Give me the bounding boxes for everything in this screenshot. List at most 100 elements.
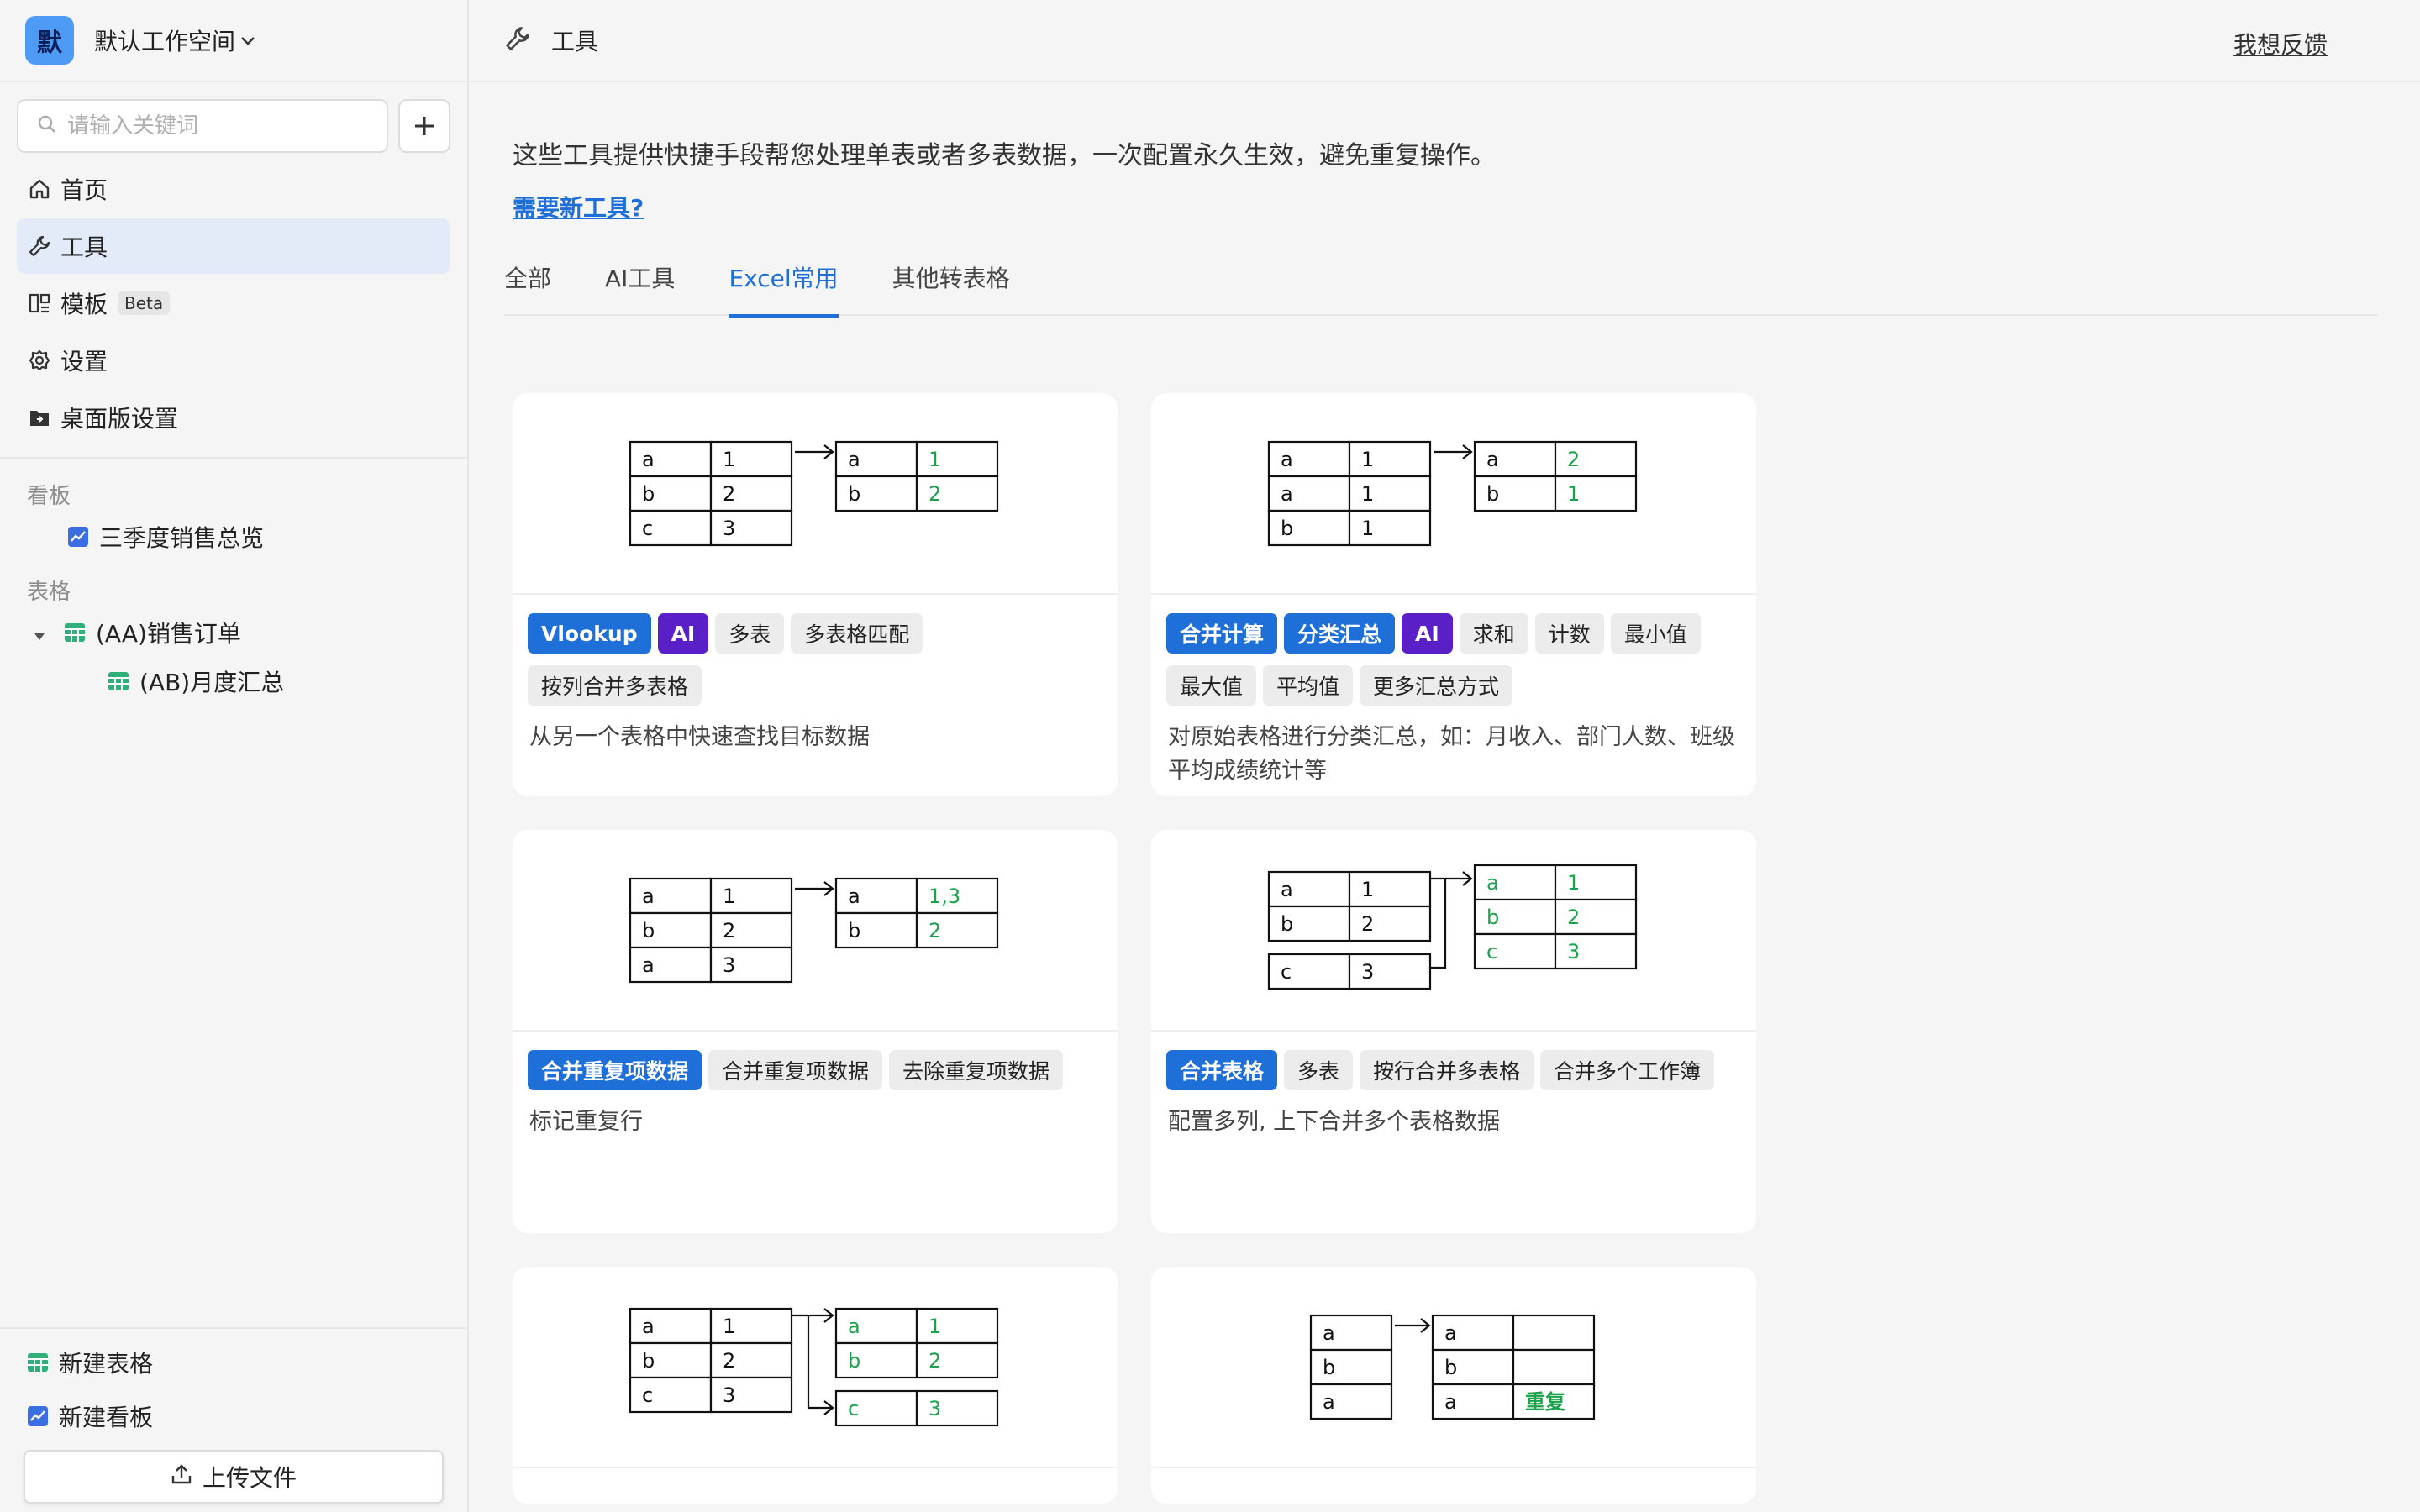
nav-item-label: 模板 [60, 291, 108, 318]
new-dashboard-label: 新建看板 [59, 1404, 154, 1431]
tab-excel-common[interactable]: Excel常用 [729, 244, 839, 318]
table-item-child[interactable]: (AB)月度汇总 [0, 657, 467, 706]
tool-tag[interactable]: 最小值 [1610, 613, 1701, 654]
illustration-cell-text: 1 [723, 885, 735, 908]
feedback-link[interactable]: 我想反馈 [2233, 27, 2328, 60]
illustration-cell-text: c [1486, 940, 1497, 963]
illustration-cell-text: b [848, 482, 860, 506]
template-icon [27, 291, 52, 316]
tool-tag[interactable]: 合并计算 [1166, 613, 1278, 654]
tool-tag[interactable]: 多表 [1284, 1050, 1354, 1090]
tool-card[interactable]: a b a a b a 重复 [1151, 1267, 1756, 1504]
add-button[interactable] [398, 99, 450, 153]
nav-item-tools[interactable]: 工具 [17, 218, 450, 274]
illustration-cell-text: a [1486, 871, 1499, 895]
nav-item-settings[interactable]: 设置 [17, 333, 450, 388]
table-icon [64, 622, 86, 643]
table-item[interactable]: (AA)销售订单 [0, 608, 467, 657]
need-new-tool-link[interactable]: 需要新工具? [513, 190, 644, 223]
main-content: 工具 我想反馈 这些工具提供快捷手段帮您处理单表或者多表数据，一次配置永久生效，… [471, 0, 2420, 1512]
illustration-cell-text: b [642, 482, 655, 506]
search-input[interactable] [67, 113, 370, 139]
tool-description: 标记重复行 [529, 1109, 643, 1135]
new-table-button[interactable]: 新建表格 [0, 1336, 467, 1389]
tool-tag[interactable]: AI [1402, 613, 1453, 654]
tool-tag[interactable]: 更多汇总方式 [1360, 665, 1513, 706]
tool-tag[interactable]: 计数 [1534, 613, 1604, 654]
tool-tag[interactable]: 最大值 [1166, 665, 1257, 706]
illustration-cell-text: 3 [1567, 940, 1580, 963]
illustration-cell-text: 2 [1567, 448, 1580, 471]
tab-bar: 全部 AI工具 Excel常用 其他转表格 [504, 244, 2378, 318]
dashboard-item[interactable]: 三季度销售总览 [0, 512, 467, 561]
search-box[interactable] [17, 99, 389, 153]
tool-card[interactable]: a 1 b 2 a 3 a 1,3 b 2 合并重复项数据 合并重复项数据 去除重复项数据 标记重复行 [513, 830, 1118, 1233]
tool-card[interactable]: a 1 b 2 c 3 a 1 b 2 c 3 [513, 1267, 1118, 1504]
tool-tag[interactable]: 多表 [715, 613, 785, 654]
upload-label: 上传文件 [202, 1464, 297, 1492]
illustration-cell-text: 1 [1361, 448, 1374, 471]
nav-item-label: 首页 [60, 176, 108, 204]
tool-tag[interactable]: 合并重复项数据 [708, 1050, 883, 1090]
new-dashboard-button[interactable]: 新建看板 [0, 1389, 467, 1443]
illustration-cell-text: 2 [723, 919, 735, 942]
tab-ai-tools[interactable]: AI工具 [605, 244, 675, 316]
tag-list: Vlookup AI 多表 多表格匹配按列合并多表格 [513, 595, 1118, 717]
section-label-dashboards: 看板 [27, 484, 71, 509]
illustration-cell-text: a [848, 448, 860, 471]
chevron-down-icon [240, 30, 255, 51]
illustration-cell-text: b [1486, 482, 1499, 506]
illustration-cell-text: 2 [929, 1349, 941, 1373]
tool-illustration: a b a a b a 重复 [1151, 1267, 1756, 1468]
workspace-switcher[interactable]: 默 默认工作空间 [0, 0, 467, 82]
table-transform-illustration: a 1 b 2 c 3 a 1 b 2 c 3 [629, 1307, 999, 1427]
illustration-cell-text: b [1486, 906, 1499, 929]
tool-tag[interactable]: 平均值 [1263, 665, 1354, 706]
tool-card[interactable]: a 1 b 2 c 3 a 1 b 2 c 3 合并表格 多表 按行合并多表格 合并多个工作簿 配置多列, 上下… [1151, 830, 1756, 1233]
illustration-cell-text: 1 [929, 448, 941, 471]
desktop-folder-icon [27, 405, 52, 430]
illustration-cell-text: b [848, 919, 860, 942]
illustration-cell-text: b [642, 919, 655, 942]
upload-icon [171, 1463, 192, 1491]
tool-card[interactable]: a 1 a 1 b 1 a 2 b 1 合并计算 分类汇总 AI 求和 计数 最小值 最大值 平均值 更多汇总方式对… [1151, 393, 1756, 796]
tab-other-to-table[interactable]: 其他转表格 [892, 244, 1010, 316]
tool-tag[interactable]: 合并多个工作簿 [1540, 1050, 1715, 1090]
plus-icon [415, 117, 434, 135]
tab-all[interactable]: 全部 [504, 244, 551, 316]
tool-tag[interactable]: 分类汇总 [1284, 613, 1396, 654]
chart-icon [27, 1405, 49, 1427]
nav-item-home[interactable]: 首页 [17, 161, 450, 217]
illustration-cell-text: b [1444, 1356, 1457, 1379]
tool-tag[interactable]: 按行合并多表格 [1360, 1050, 1534, 1090]
illustration-cell-text: 2 [723, 1349, 735, 1373]
tool-tag[interactable]: 求和 [1459, 613, 1528, 654]
table-label: (AB)月度汇总 [139, 669, 285, 696]
illustration-cell [1512, 1314, 1596, 1352]
caret-down-icon[interactable] [34, 619, 45, 647]
tool-tag[interactable]: Vlookup [528, 613, 651, 654]
tool-tag[interactable]: 合并重复项数据 [528, 1050, 702, 1090]
tool-tag[interactable]: AI [657, 613, 709, 654]
illustration-cell-text: b [1323, 1356, 1335, 1379]
tool-tag[interactable]: 去除重复项数据 [889, 1050, 1064, 1090]
illustration-cell-text: 1 [1567, 482, 1580, 506]
illustration-cell-text: a [642, 953, 655, 977]
illustration-cell-text: a [642, 885, 655, 908]
tool-tag[interactable]: 多表格匹配 [791, 613, 923, 654]
workspace-name: 默认工作空间 [94, 28, 236, 55]
tool-tag[interactable]: 合并表格 [1166, 1050, 1278, 1090]
chart-icon [67, 526, 89, 548]
illustration-cell-text: a [1444, 1321, 1457, 1345]
illustration-cell-text: a [1281, 878, 1293, 901]
upload-file-button[interactable]: 上传文件 [24, 1450, 444, 1504]
topbar: 工具 我想反馈 [471, 0, 2420, 82]
page-title: 工具 [551, 28, 599, 55]
tool-card[interactable]: a 1 b 2 c 3 a 1 b 2 Vlookup AI 多表 多表格匹配 按列合并多表格 从另一个表格中… [513, 393, 1118, 796]
illustration-cell-text: 3 [723, 1383, 735, 1407]
tool-tag[interactable]: 按列合并多表格 [528, 665, 702, 706]
nav-item-desktop-settings[interactable]: 桌面版设置 [17, 390, 450, 445]
tag-list: 合并重复项数据 合并重复项数据 去除重复项数据 [513, 1032, 1118, 1102]
divider [0, 457, 467, 459]
nav-item-templates[interactable]: 模板 Beta [17, 276, 450, 331]
